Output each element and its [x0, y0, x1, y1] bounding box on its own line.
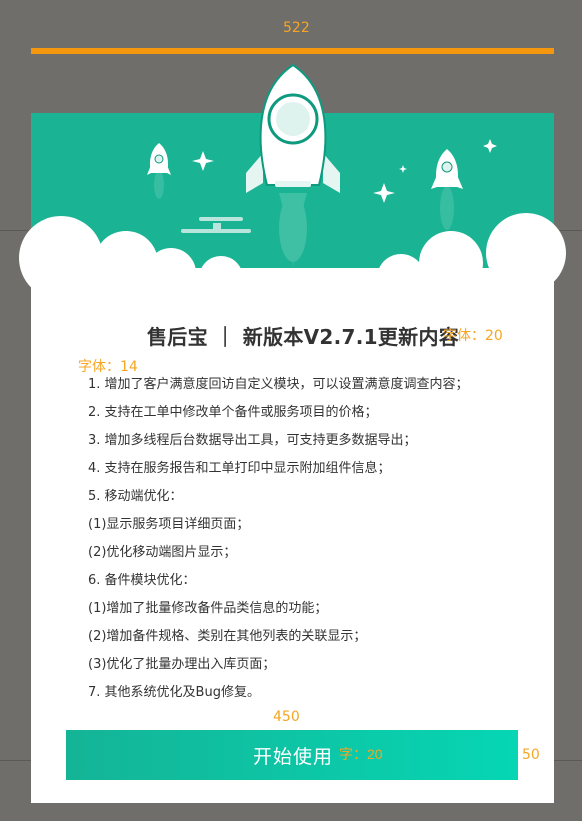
start-using-button[interactable]: 开始使用 字：20 [66, 730, 518, 780]
button-font-annotation: 字：20 [339, 746, 383, 762]
list-item: (2)优化移动端图片显示； [88, 545, 237, 560]
list-item: (3)优化了批量办理出入库页面； [88, 657, 276, 672]
list-item: 5. 移动端优化： [88, 489, 183, 504]
dialog-header-illustration [19, 63, 566, 302]
list-item: (2)增加备件规格、类别在其他列表的关联显示； [88, 629, 367, 644]
list-item: (1)增加了批量修改备件品类信息的功能； [88, 601, 328, 616]
button-width-annotation: 450 [273, 709, 300, 725]
update-dialog: 售后宝 ｜ 新版本V2.7.1更新内容 字体：20 字体：14 1. 增加了客户… [19, 63, 566, 803]
title-row: 售后宝 ｜ 新版本V2.7.1更新内容 字体：20 [31, 321, 554, 349]
list-item: 2. 支持在工单中修改单个备件或服务项目的价格； [88, 405, 378, 420]
release-notes-list: 1. 增加了客户满意度回访自定义模块，可以设置满意度调查内容； 2. 支持在工单… [88, 371, 548, 707]
list-item: 6. 备件模块优化： [88, 573, 196, 588]
dialog-title: 售后宝 ｜ 新版本V2.7.1更新内容 [147, 325, 460, 349]
list-item: (1)显示服务项目详细页面； [88, 517, 250, 532]
title-font-annotation: 字体：20 [443, 328, 503, 344]
list-item: 7. 其他系统优化及Bug修复。 [88, 685, 260, 700]
width-measure-bar [31, 48, 554, 54]
rocket-icon [246, 63, 340, 193]
list-item: 4. 支持在服务报告和工单打印中显示附加组件信息； [88, 461, 391, 476]
button-height-annotation: 50 [522, 747, 540, 763]
list-item: 3. 增加多线程后台数据导出工具，可支持更多数据导出； [88, 433, 417, 448]
list-item: 1. 增加了客户满意度回访自定义模块，可以设置满意度调查内容； [88, 377, 469, 392]
start-button-label: 开始使用 [253, 747, 334, 768]
width-annotation: 522 [283, 20, 310, 36]
